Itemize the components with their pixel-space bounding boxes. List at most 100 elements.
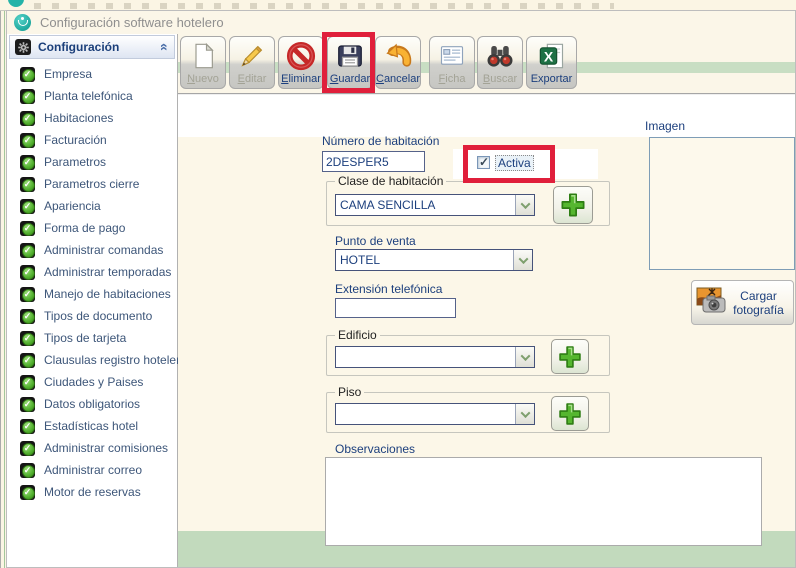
delete-button[interactable]: Eliminar	[278, 36, 324, 89]
check-icon	[20, 111, 35, 126]
sidebar-header[interactable]: Configuración «	[9, 35, 175, 59]
active-checkbox[interactable]	[477, 156, 490, 169]
floor-value	[336, 404, 515, 424]
sidebar-item-manejo-de-habitaciones[interactable]: Manejo de habitaciones	[9, 283, 175, 305]
phone-extension-label: Extensión telefónica	[335, 282, 442, 296]
sidebar-item-forma-de-pago[interactable]: Forma de pago	[9, 217, 175, 239]
chevron-down-icon[interactable]	[515, 347, 534, 367]
building-select[interactable]	[335, 346, 535, 368]
plus-icon	[558, 190, 588, 220]
background-app-icon	[8, 0, 24, 7]
sidebar-item-label: Tipos de tarjeta	[44, 331, 126, 345]
image-placeholder	[649, 137, 795, 270]
gear-icon	[15, 39, 31, 55]
check-icon	[20, 155, 35, 170]
observations-label: Observaciones	[335, 442, 415, 456]
sidebar-header-label: Configuración	[38, 40, 161, 54]
check-icon	[20, 419, 35, 434]
window-title: Configuración software hotelero	[40, 15, 224, 30]
check-icon	[20, 485, 35, 500]
plus-icon	[556, 400, 584, 428]
check-icon	[20, 67, 35, 82]
sidebar-item-label: Ciudades y Paises	[44, 375, 143, 389]
form-card-icon	[438, 40, 466, 72]
sidebar-item-tipos-de-documento[interactable]: Tipos de documento	[9, 305, 175, 327]
floor-select[interactable]	[335, 403, 535, 425]
building-value	[336, 347, 515, 367]
room-class-select[interactable]: CAMA SENCILLA	[335, 194, 535, 216]
load-photo-button[interactable]: Cargar fotografía	[691, 280, 794, 325]
cancel-button[interactable]: Cancelar	[375, 36, 421, 89]
phone-extension-input[interactable]	[335, 298, 456, 318]
sidebar-item-administrar-temporadas[interactable]: Administrar temporadas	[9, 261, 175, 283]
edit-button[interactable]: Editar	[229, 36, 275, 89]
sidebar-list: Empresa Planta telefónica Habitaciones F…	[9, 63, 175, 503]
sidebar-item-estadisticas-hotel[interactable]: Estadísticas hotel	[9, 415, 175, 437]
check-icon	[20, 221, 35, 236]
sidebar-item-label: Planta telefónica	[44, 89, 133, 103]
sidebar-item-tipos-de-tarjeta[interactable]: Tipos de tarjeta	[9, 327, 175, 349]
search-button-label: Buscar	[483, 73, 517, 85]
sidebar-item-parametros[interactable]: Parametros	[9, 151, 175, 173]
save-button[interactable]: Guardar	[327, 36, 373, 89]
check-icon	[20, 463, 35, 478]
sidebar-item-label: Apariencia	[44, 199, 101, 213]
load-photo-button-label: Cargar fotografía	[727, 289, 790, 317]
room-number-input[interactable]	[322, 151, 425, 172]
image-label: Imagen	[645, 119, 685, 133]
search-button[interactable]: Buscar	[477, 36, 523, 89]
chevron-down-icon[interactable]	[515, 404, 534, 424]
point-of-sale-select[interactable]: HOTEL	[335, 249, 533, 271]
sidebar-item-planta-telefonica[interactable]: Planta telefónica	[9, 85, 175, 107]
sidebar-item-administrar-comisiones[interactable]: Administrar comisiones	[9, 437, 175, 459]
sidebar-item-label: Facturación	[44, 133, 107, 147]
check-icon	[20, 375, 35, 390]
collapse-chevron-icon[interactable]: «	[159, 43, 171, 51]
card-button[interactable]: Ficha	[429, 36, 475, 89]
new-document-icon	[189, 40, 217, 72]
room-class-value: CAMA SENCILLA	[336, 195, 515, 215]
background-window-strip	[0, 0, 796, 11]
delete-button-label: Eliminar	[281, 73, 321, 85]
sidebar-item-apariencia[interactable]: Apariencia	[9, 195, 175, 217]
export-button[interactable]: X Exportar	[526, 36, 577, 89]
point-of-sale-label: Punto de venta	[335, 234, 416, 248]
pencil-icon	[238, 40, 266, 72]
chevron-down-icon[interactable]	[515, 195, 534, 215]
sidebar-item-clausulas-registro[interactable]: Clausulas registro hotelero	[9, 349, 175, 371]
sidebar-item-ciudades-y-paises[interactable]: Ciudades y Paises	[9, 371, 175, 393]
add-building-button[interactable]	[551, 339, 589, 374]
sidebar-item-empresa[interactable]: Empresa	[9, 63, 175, 85]
sidebar-item-parametros-cierre[interactable]: Parametros cierre	[9, 173, 175, 195]
sidebar-item-label: Estadísticas hotel	[44, 419, 138, 433]
sidebar-item-datos-obligatorios[interactable]: Datos obligatorios	[9, 393, 175, 415]
sidebar-item-label: Administrar temporadas	[44, 265, 171, 279]
new-button-label: Nuevo	[187, 73, 219, 85]
new-button[interactable]: Nuevo	[180, 36, 226, 89]
chevron-down-icon[interactable]	[513, 250, 532, 270]
check-icon	[20, 331, 35, 346]
forbidden-icon	[286, 40, 316, 72]
export-button-label: Exportar	[531, 73, 573, 85]
sidebar-item-label: Manejo de habitaciones	[44, 287, 171, 301]
app-icon	[14, 14, 31, 31]
check-icon	[20, 133, 35, 148]
sidebar-item-habitaciones[interactable]: Habitaciones	[9, 107, 175, 129]
point-of-sale-value: HOTEL	[336, 250, 513, 270]
content-top-band	[178, 95, 796, 137]
check-icon	[20, 199, 35, 214]
save-button-label: Guardar	[330, 73, 370, 85]
sidebar-item-facturacion[interactable]: Facturación	[9, 129, 175, 151]
add-room-class-button[interactable]	[553, 186, 593, 224]
add-floor-button[interactable]	[551, 396, 589, 431]
sidebar-item-label: Administrar comisiones	[44, 441, 168, 455]
sidebar-item-motor-de-reservas[interactable]: Motor de reservas	[9, 481, 175, 503]
active-checkbox-label[interactable]: Activa	[495, 155, 534, 171]
sidebar-item-label: Administrar correo	[44, 463, 142, 477]
undo-arrow-icon	[383, 40, 413, 72]
observations-textarea[interactable]	[325, 457, 762, 546]
sidebar-item-administrar-correo[interactable]: Administrar correo	[9, 459, 175, 481]
check-icon	[20, 441, 35, 456]
app-root: Configuración software hotelero Configur…	[0, 0, 796, 568]
sidebar-item-administrar-comandas[interactable]: Administrar comandas	[9, 239, 175, 261]
